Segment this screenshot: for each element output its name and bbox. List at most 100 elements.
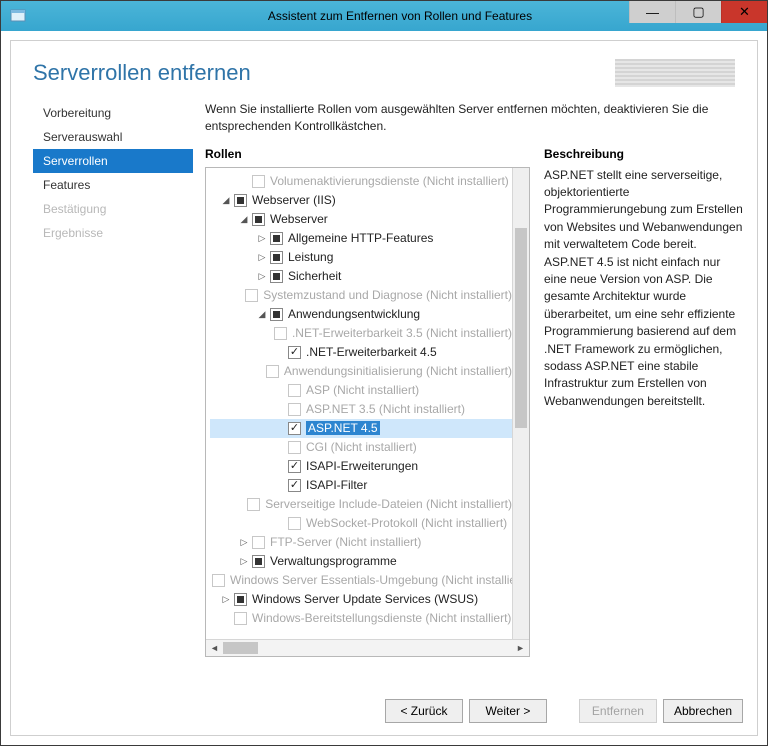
sidebar-step-0[interactable]: Vorbereitung — [33, 101, 193, 125]
expand-icon[interactable]: ▷ — [256, 251, 268, 263]
tree-row[interactable]: ASP.NET 4.5 — [210, 419, 512, 438]
tree-checkbox[interactable] — [288, 422, 301, 435]
tree-item-label: Serverseitige Include-Dateien (Nicht ins… — [265, 497, 512, 511]
tree-checkbox[interactable] — [288, 460, 301, 473]
tree-row: Serverseitige Include-Dateien (Nicht ins… — [210, 495, 512, 514]
expand-icon[interactable]: ▷ — [238, 555, 250, 567]
tree-row[interactable]: ISAPI-Erweiterungen — [210, 457, 512, 476]
sidebar-step-5: Ergebnisse — [33, 221, 193, 245]
expand-icon[interactable]: ▷ — [256, 232, 268, 244]
tree-row[interactable]: ▷ Leistung — [210, 248, 512, 267]
tree-checkbox — [234, 612, 247, 625]
wizard-inner: Serverrollen entfernen VorbereitungServe… — [10, 40, 758, 736]
title-bar[interactable]: Assistent zum Entfernen von Rollen und F… — [1, 1, 767, 31]
tree-item-label: Windows-Bereitstellungsdienste (Nicht in… — [252, 611, 511, 625]
tree-row[interactable]: ◢ Webserver — [210, 210, 512, 229]
roles-column: Rollen Volumenaktivierungsdienste (Nicht… — [205, 147, 530, 657]
tree-checkbox — [288, 403, 301, 416]
tree-checkbox[interactable] — [288, 346, 301, 359]
tree-checkbox[interactable] — [270, 232, 283, 245]
tree-item-label: ASP (Nicht installiert) — [306, 383, 419, 397]
cancel-button[interactable]: Abbrechen — [663, 699, 743, 723]
tree-row[interactable]: ◢ Webserver (IIS) — [210, 191, 512, 210]
tree-row[interactable]: ISAPI-Filter — [210, 476, 512, 495]
tree-row: Systemzustand und Diagnose (Nicht instal… — [210, 286, 512, 305]
hscroll-right-button[interactable]: ► — [512, 639, 529, 656]
main-column: Wenn Sie installierte Rollen vom ausgewä… — [193, 97, 757, 687]
tree-checkbox[interactable] — [270, 308, 283, 321]
next-button[interactable]: Weiter > — [469, 699, 547, 723]
description-column: Beschreibung ASP.NET stellt eine servers… — [544, 147, 743, 657]
collapse-icon[interactable]: ◢ — [256, 308, 268, 320]
close-button[interactable]: ✕ — [721, 1, 767, 23]
sidebar-step-1[interactable]: Serverauswahl — [33, 125, 193, 149]
back-button[interactable]: < Zurück — [385, 699, 463, 723]
page-title: Serverrollen entfernen — [33, 60, 251, 86]
tree-checkbox[interactable] — [288, 479, 301, 492]
tree-checkbox — [247, 498, 260, 511]
header-area: Serverrollen entfernen — [11, 41, 757, 97]
tree-row: ASP.NET 3.5 (Nicht installiert) — [210, 400, 512, 419]
tree-checkbox — [288, 441, 301, 454]
tree-checkbox — [212, 574, 225, 587]
tree-checkbox[interactable] — [234, 194, 247, 207]
tree-row: CGI (Nicht installiert) — [210, 438, 512, 457]
expand-icon[interactable]: ▷ — [256, 270, 268, 282]
tree-item-label: Anwendungsentwicklung — [288, 307, 420, 321]
tree-checkbox — [266, 365, 279, 378]
vertical-scrollbar[interactable] — [512, 168, 529, 639]
wizard-footer: < Zurück Weiter > Entfernen Abbrechen — [11, 687, 757, 735]
tree-row: WebSocket-Protokoll (Nicht installiert) — [210, 514, 512, 533]
expand-icon[interactable]: ▷ — [220, 593, 232, 605]
tree-item-label: .NET-Erweiterbarkeit 4.5 — [306, 345, 437, 359]
hscroll-track[interactable] — [223, 640, 512, 656]
tree-checkbox[interactable] — [252, 213, 265, 226]
tree-row[interactable]: ▷ Allgemeine HTTP-Features — [210, 229, 512, 248]
tree-row[interactable]: .NET-Erweiterbarkeit 4.5 — [210, 343, 512, 362]
sidebar-step-3[interactable]: Features — [33, 173, 193, 197]
tree-item-label: FTP-Server (Nicht installiert) — [270, 535, 421, 549]
tree-item-label: Leistung — [288, 250, 333, 264]
tree-item-label: ASP.NET 4.5 — [306, 421, 380, 435]
roles-tree[interactable]: Volumenaktivierungsdienste (Nicht instal… — [206, 168, 512, 639]
tree-item-label: WebSocket-Protokoll (Nicht installiert) — [306, 516, 507, 530]
app-icon — [9, 7, 27, 25]
description-text: ASP.NET stellt eine serverseitige, objek… — [544, 167, 743, 410]
expand-icon[interactable]: ▷ — [238, 536, 250, 548]
tree-item-label: Verwaltungsprogramme — [270, 554, 397, 568]
tree-row[interactable]: ▷ Verwaltungsprogramme — [210, 552, 512, 571]
tree-item-label: Volumenaktivierungsdienste (Nicht instal… — [270, 174, 509, 188]
tree-checkbox — [252, 175, 265, 188]
horizontal-scrollbar[interactable]: ◄ ► — [206, 639, 529, 656]
tree-checkbox[interactable] — [234, 593, 247, 606]
tree-row: Windows-Bereitstellungsdienste (Nicht in… — [210, 609, 512, 628]
minimize-button[interactable]: — — [629, 1, 675, 23]
tree-checkbox — [288, 517, 301, 530]
tree-checkbox[interactable] — [270, 251, 283, 264]
tree-item-label: Anwendungsinitialisierung (Nicht install… — [284, 364, 512, 378]
tree-row[interactable]: ▷Sicherheit — [210, 267, 512, 286]
tree-row: Windows Server Essentials-Umgebung (Nich… — [210, 571, 512, 590]
tree-checkbox[interactable] — [270, 270, 283, 283]
collapse-icon[interactable]: ◢ — [238, 213, 250, 225]
tree-row: .NET-Erweiterbarkeit 3.5 (Nicht installi… — [210, 324, 512, 343]
tree-checkbox[interactable] — [252, 555, 265, 568]
maximize-button[interactable]: ▢ — [675, 1, 721, 23]
tree-row: ▷ FTP-Server (Nicht installiert) — [210, 533, 512, 552]
tree-item-label: Webserver — [270, 212, 328, 226]
tree-item-label: Windows Server Essentials-Umgebung (Nich… — [230, 573, 512, 587]
remove-button[interactable]: Entfernen — [579, 699, 657, 723]
sidebar-step-4: Bestätigung — [33, 197, 193, 221]
collapse-icon[interactable]: ◢ — [220, 194, 232, 206]
step-sidebar: VorbereitungServerauswahlServerrollenFea… — [33, 97, 193, 687]
vertical-scrollbar-thumb[interactable] — [515, 228, 527, 428]
hscroll-left-button[interactable]: ◄ — [206, 639, 223, 656]
tree-item-label: Webserver (IIS) — [252, 193, 336, 207]
tree-item-label: ISAPI-Erweiterungen — [306, 459, 418, 473]
hscroll-thumb[interactable] — [223, 642, 258, 654]
tree-item-label: Allgemeine HTTP-Features — [288, 231, 433, 245]
sidebar-step-2[interactable]: Serverrollen — [33, 149, 193, 173]
tree-row[interactable]: ◢ Anwendungsentwicklung — [210, 305, 512, 324]
destination-server-blurred — [615, 59, 735, 87]
tree-row[interactable]: ▷Windows Server Update Services (WSUS) — [210, 590, 512, 609]
